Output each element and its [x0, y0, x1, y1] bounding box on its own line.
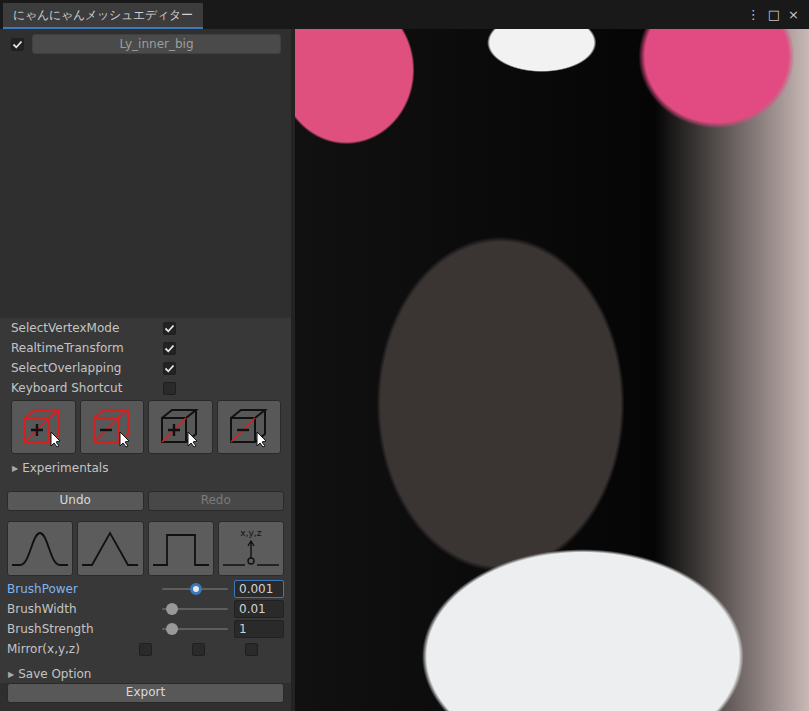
- option-label: SelectOverlapping: [11, 361, 163, 375]
- option-row: RealtimeTransform: [0, 338, 291, 358]
- foldout-label: Save Option: [18, 667, 91, 681]
- option-label: RealtimeTransform: [11, 341, 163, 355]
- slider-row: BrushStrength 1: [0, 619, 291, 639]
- brush-shape-button[interactable]: [77, 521, 143, 576]
- check-icon: [12, 39, 23, 50]
- history-buttons: UndoRedo: [0, 481, 291, 517]
- slider-label: BrushPower: [7, 582, 158, 596]
- slider[interactable]: [162, 602, 228, 616]
- history-button[interactable]: Undo: [7, 491, 144, 511]
- cube-select-icon: [158, 406, 202, 448]
- option-label: Keyboard Shortcut: [11, 381, 163, 395]
- slider-thumb[interactable]: [190, 583, 202, 595]
- target-row: Ly_inner_big: [0, 29, 291, 54]
- foldout-label: Experimentals: [22, 461, 108, 475]
- point-label: x,y,z: [240, 529, 261, 538]
- mirror-label: Mirror(x,y,z): [7, 642, 135, 656]
- cube-select-icon: [90, 406, 134, 448]
- history-button[interactable]: Redo: [148, 491, 285, 511]
- mirror-row: Mirror(x,y,z): [0, 639, 291, 659]
- option-checkbox[interactable]: [163, 322, 176, 335]
- select-tool-button[interactable]: [80, 400, 145, 454]
- slider-thumb[interactable]: [166, 603, 178, 615]
- window-tab[interactable]: にゃんにゃんメッシュエディター: [3, 3, 203, 29]
- slider-label: BrushStrength: [7, 622, 158, 636]
- slider-value-field[interactable]: 0.01: [234, 600, 284, 618]
- check-icon: [164, 363, 175, 374]
- check-icon: [164, 343, 175, 354]
- scene-viewport[interactable]: [295, 29, 809, 711]
- mirror-checkbox[interactable]: [245, 643, 258, 656]
- brush-shape-button[interactable]: x,y,z: [218, 521, 284, 576]
- select-tool-button[interactable]: [11, 400, 76, 454]
- editor-body: Ly_inner_big SelectVertexMode RealtimeTran…: [0, 29, 809, 711]
- slider-label: BrushWidth: [7, 602, 158, 616]
- slider-thumb[interactable]: [166, 623, 178, 635]
- slider-row: BrushPower 0.001: [0, 579, 291, 599]
- cube-select-icon: [21, 406, 65, 448]
- export-button[interactable]: Export: [7, 683, 284, 703]
- list-area: [0, 54, 291, 318]
- slider[interactable]: [162, 622, 228, 636]
- save-option-foldout[interactable]: ▶ Save Option: [0, 659, 291, 683]
- option-checkbox[interactable]: [163, 362, 176, 375]
- brush-shape-button[interactable]: [7, 521, 73, 576]
- point-arrow-icon: [221, 538, 281, 568]
- select-tool-button[interactable]: [217, 400, 282, 454]
- title-bar: にゃんにゃんメッシュエディター ⋮ □ ×: [0, 0, 809, 29]
- slider[interactable]: [162, 582, 228, 596]
- brush-shapes: x,y,z: [0, 517, 291, 579]
- smooth-curve-icon: [10, 527, 70, 571]
- mirror-checkbox[interactable]: [192, 643, 205, 656]
- side-panel: Ly_inner_big SelectVertexMode RealtimeTran…: [0, 29, 295, 711]
- editor-window: にゃんにゃんメッシュエディター ⋮ □ × Ly_inner_big SelectVert…: [0, 0, 809, 711]
- check-icon: [164, 323, 175, 334]
- option-label: SelectVertexMode: [11, 321, 163, 335]
- brush-shape-button[interactable]: [148, 521, 214, 576]
- select-tool-button[interactable]: [148, 400, 213, 454]
- constant-curve-icon: [151, 527, 211, 571]
- window-control[interactable]: ⋮: [747, 7, 760, 22]
- slider-value-field[interactable]: 1: [234, 620, 284, 638]
- target-checkbox[interactable]: [11, 38, 24, 51]
- point-brush-icon: x,y,z: [221, 529, 281, 568]
- experimentals-foldout[interactable]: ▶ Experimentals: [0, 458, 291, 481]
- option-row: SelectOverlapping: [0, 358, 291, 378]
- slider-value-field[interactable]: 0.001: [234, 580, 284, 598]
- option-row: SelectVertexMode: [0, 318, 291, 338]
- foldout-arrow: ▶: [12, 464, 18, 473]
- mirror-checkbox[interactable]: [139, 643, 152, 656]
- window-controls: ⋮ □ ×: [747, 0, 809, 29]
- mirror-axes: [139, 643, 284, 656]
- foldout-arrow: ▶: [8, 670, 14, 679]
- window-control[interactable]: ×: [788, 7, 799, 22]
- slider-row: BrushWidth 0.01: [0, 599, 291, 619]
- window-control[interactable]: □: [768, 7, 780, 22]
- option-checkbox[interactable]: [163, 342, 176, 355]
- option-checkbox[interactable]: [163, 382, 176, 395]
- target-object-field[interactable]: Ly_inner_big: [32, 34, 281, 54]
- cube-select-icon: [227, 406, 271, 448]
- select-tools: [0, 398, 291, 458]
- linear-curve-icon: [80, 527, 140, 571]
- option-row: Keyboard Shortcut: [0, 378, 291, 398]
